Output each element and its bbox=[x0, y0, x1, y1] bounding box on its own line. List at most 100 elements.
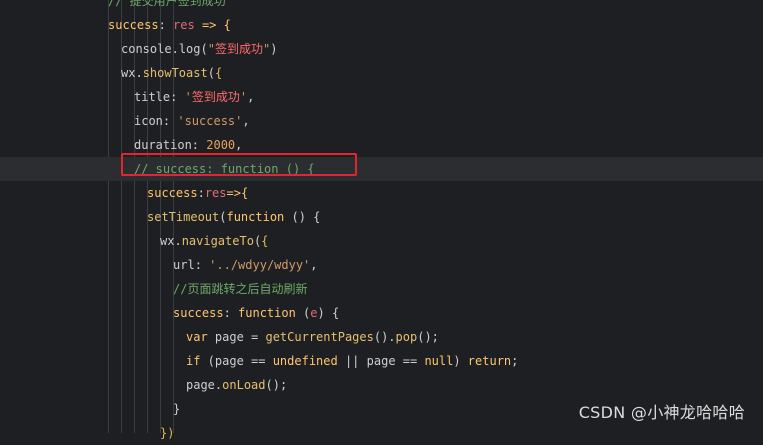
code-token: (); bbox=[417, 330, 439, 344]
code-token: : bbox=[158, 18, 174, 32]
code-token: console bbox=[121, 42, 172, 56]
code-token: ( bbox=[200, 42, 208, 56]
code-token: ' bbox=[184, 90, 192, 104]
code-text: success: res => { bbox=[108, 13, 231, 37]
code-token: icon bbox=[134, 114, 163, 128]
code-line[interactable]: setTimeout(function () { bbox=[0, 205, 763, 229]
code-line[interactable]: // success: function () { bbox=[0, 157, 763, 181]
code-token: 签到成功 bbox=[191, 90, 240, 104]
code-text: success:res=>{ bbox=[147, 181, 248, 205]
code-token: { bbox=[214, 66, 223, 80]
code-token: ( bbox=[295, 306, 311, 320]
code-token: duration bbox=[134, 138, 192, 152]
code-token: // 提交用户签到成功 bbox=[108, 0, 226, 8]
code-token: " bbox=[207, 42, 215, 56]
code-text: wx.showToast({ bbox=[121, 61, 222, 85]
code-token: , bbox=[242, 114, 250, 128]
code-line[interactable]: //页面跳转之后自动刷新 bbox=[0, 277, 763, 301]
code-token: pop bbox=[395, 330, 418, 344]
code-text: }) bbox=[160, 421, 174, 445]
code-token: onLoad bbox=[222, 378, 266, 392]
code-token: 'success' bbox=[177, 114, 243, 128]
code-token: success bbox=[108, 18, 159, 32]
code-token: ) bbox=[453, 354, 468, 368]
code-token: res bbox=[173, 18, 195, 32]
code-token: page = bbox=[207, 330, 266, 344]
code-token: '../wdyy/wdyy' bbox=[209, 258, 311, 272]
code-line[interactable]: success:res=>{ bbox=[0, 181, 763, 205]
code-token: return bbox=[467, 354, 512, 368]
code-token: => { bbox=[194, 18, 231, 32]
code-token: var bbox=[186, 330, 208, 344]
code-line[interactable]: title: '签到成功', bbox=[0, 85, 763, 109]
code-token: getCurrentPages bbox=[265, 330, 374, 344]
code-token: log bbox=[178, 42, 201, 56]
code-token: success bbox=[147, 186, 198, 200]
code-token: { bbox=[261, 234, 269, 248]
code-token: ( bbox=[207, 66, 215, 80]
code-text: success: function (e) { bbox=[173, 301, 339, 325]
code-token: () { bbox=[284, 210, 321, 224]
code-line[interactable]: // 提交用户签到成功 bbox=[0, 0, 763, 13]
code-text: if (page == undefined || page == null) r… bbox=[186, 349, 518, 373]
code-line[interactable]: success: function (e) { bbox=[0, 301, 763, 325]
code-token: . bbox=[174, 234, 182, 248]
code-line[interactable]: if (page == undefined || page == null) r… bbox=[0, 349, 763, 373]
code-token: } bbox=[173, 402, 181, 416]
code-token: : bbox=[170, 90, 185, 104]
code-token: ) { bbox=[317, 306, 340, 320]
code-token: : bbox=[194, 258, 210, 272]
code-token: undefined bbox=[272, 354, 338, 368]
code-token: , bbox=[310, 258, 318, 272]
code-token: wx bbox=[121, 66, 136, 80]
code-token: , bbox=[247, 90, 255, 104]
code-line[interactable]: console.log("签到成功") bbox=[0, 37, 763, 61]
code-line[interactable]: var page = getCurrentPages().pop(); bbox=[0, 325, 763, 349]
code-token: . bbox=[171, 42, 179, 56]
code-text: url: '../wdyy/wdyy', bbox=[173, 253, 318, 277]
code-token: ; bbox=[511, 354, 519, 368]
code-token: wx bbox=[160, 234, 175, 248]
code-token: res bbox=[204, 186, 227, 200]
code-text: setTimeout(function () { bbox=[147, 205, 320, 229]
code-token: ' bbox=[239, 90, 248, 104]
red-highlight-box bbox=[121, 153, 357, 176]
code-token: . bbox=[135, 66, 143, 80]
code-line[interactable]: wx.navigateTo({ bbox=[0, 229, 763, 253]
code-line[interactable]: duration: 2000, bbox=[0, 133, 763, 157]
code-token: e bbox=[310, 306, 318, 320]
code-token: || bbox=[337, 354, 367, 368]
code-text: icon: 'success', bbox=[134, 109, 250, 133]
code-token: setTimeout bbox=[147, 210, 220, 224]
code-token: page == bbox=[366, 354, 425, 368]
code-token: null bbox=[424, 354, 454, 368]
code-token: navigateTo bbox=[181, 234, 254, 248]
code-token: success bbox=[173, 306, 224, 320]
code-text: title: '签到成功', bbox=[134, 85, 254, 109]
code-text: //页面跳转之后自动刷新 bbox=[173, 277, 307, 301]
code-line[interactable]: }) bbox=[0, 421, 763, 445]
code-line[interactable]: page.onLoad(); bbox=[0, 373, 763, 397]
code-token: 签到成功 bbox=[214, 42, 263, 56]
code-token: (). bbox=[373, 330, 396, 344]
code-token: url bbox=[173, 258, 195, 272]
code-token: title bbox=[134, 90, 171, 104]
code-line[interactable]: success: res => { bbox=[0, 13, 763, 37]
code-token: : bbox=[162, 114, 178, 128]
csdn-watermark: CSDN @小神龙哈哈哈 bbox=[578, 403, 745, 422]
code-token: }) bbox=[160, 426, 175, 440]
code-text: wx.navigateTo({ bbox=[160, 229, 268, 253]
code-line[interactable]: url: '../wdyy/wdyy', bbox=[0, 253, 763, 277]
code-token: 2000 bbox=[206, 138, 236, 152]
code-text: console.log("签到成功") bbox=[121, 37, 277, 61]
code-line[interactable]: icon: 'success', bbox=[0, 109, 763, 133]
code-token: : bbox=[223, 306, 239, 320]
code-token: =>{ bbox=[226, 186, 249, 200]
code-token: page bbox=[186, 378, 215, 392]
code-editor[interactable]: // 提交用户签到成功 success: res => {console.log(… bbox=[0, 0, 763, 440]
code-text: // 提交用户签到成功 bbox=[108, 0, 226, 13]
code-token: function bbox=[226, 210, 285, 224]
code-token: : bbox=[191, 138, 207, 152]
code-token: (page == bbox=[200, 354, 273, 368]
code-line[interactable]: wx.showToast({ bbox=[0, 61, 763, 85]
